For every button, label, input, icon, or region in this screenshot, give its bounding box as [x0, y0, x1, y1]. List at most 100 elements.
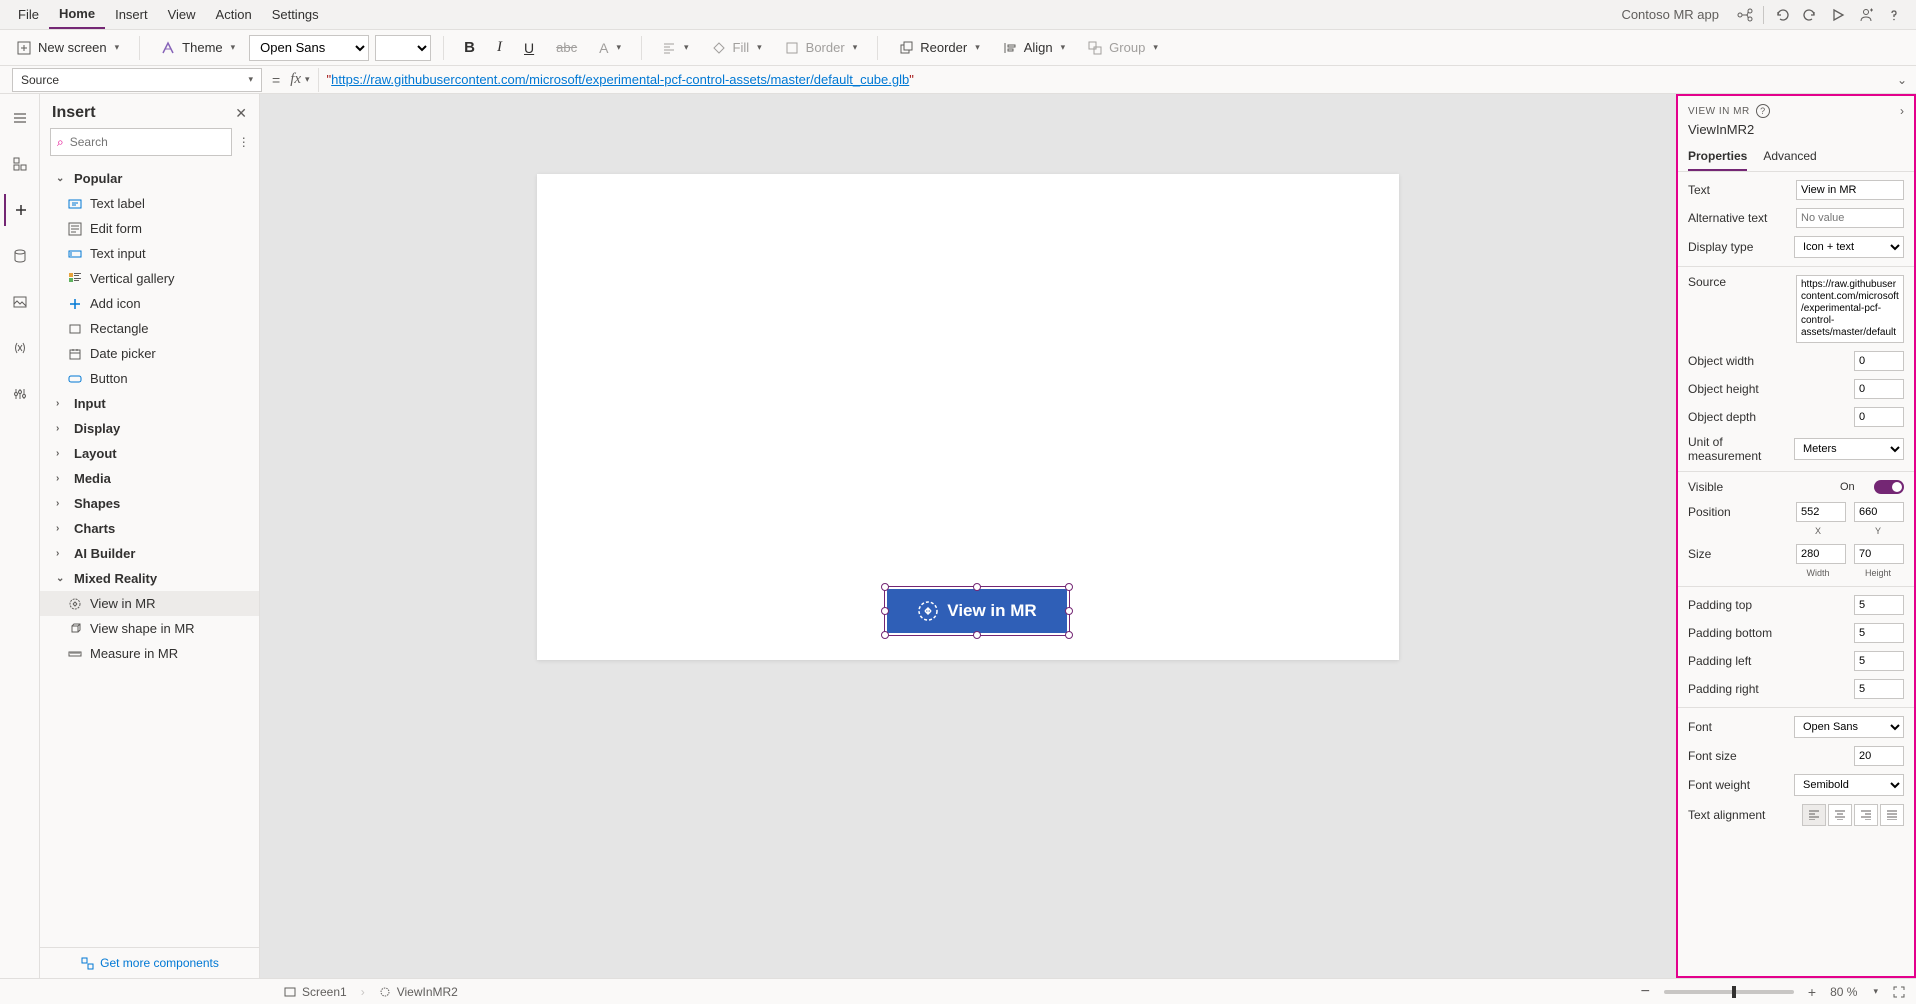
fit-screen-icon[interactable] — [1892, 985, 1906, 999]
font-size-select[interactable] — [375, 35, 431, 61]
align-justify-button[interactable] — [1880, 804, 1904, 826]
rail-insert-icon[interactable] — [4, 194, 36, 226]
rail-tree-icon[interactable] — [4, 148, 36, 180]
input-size-w[interactable] — [1796, 544, 1846, 564]
group-charts[interactable]: ›Charts — [40, 516, 259, 541]
menu-settings[interactable]: Settings — [262, 1, 329, 28]
breadcrumb-control[interactable]: ViewInMR2 — [379, 985, 458, 999]
insert-search-box[interactable]: ⌕ — [50, 128, 232, 156]
italic-button[interactable]: I — [489, 35, 510, 60]
input-pad-t[interactable] — [1854, 595, 1904, 615]
get-more-components[interactable]: Get more components — [40, 947, 259, 978]
screen-canvas[interactable]: View in MR — [537, 174, 1399, 660]
input-text[interactable] — [1796, 180, 1904, 200]
control-name[interactable]: ViewInMR2 — [1678, 122, 1914, 143]
font-family-select[interactable]: Open Sans — [249, 35, 369, 61]
input-size-h[interactable] — [1854, 544, 1904, 564]
align-center-button[interactable] — [1828, 804, 1852, 826]
group-mixed-reality[interactable]: ⌄Mixed Reality — [40, 566, 259, 591]
item-text-label[interactable]: Text label — [40, 191, 259, 216]
fill-button[interactable]: Fill▾ — [703, 36, 770, 60]
input-pad-b[interactable] — [1854, 623, 1904, 643]
fx-icon[interactable]: fx — [290, 71, 305, 88]
tab-properties[interactable]: Properties — [1688, 143, 1747, 171]
help-badge-icon[interactable]: ? — [1756, 104, 1770, 118]
group-display[interactable]: ›Display — [40, 416, 259, 441]
strike-button[interactable]: abc — [548, 36, 585, 59]
group-media[interactable]: ›Media — [40, 466, 259, 491]
new-screen-button[interactable]: New screen▾ — [8, 36, 127, 60]
group-popular[interactable]: ⌄Popular — [40, 166, 259, 191]
text-align-button[interactable]: ▾ — [654, 37, 697, 59]
zoom-chevron-icon[interactable]: ▾ — [1873, 986, 1878, 997]
zoom-out-button[interactable]: − — [1641, 983, 1650, 1001]
input-obj-w[interactable] — [1854, 351, 1904, 371]
align-right-button[interactable] — [1854, 804, 1878, 826]
formula-input[interactable]: "https://raw.githubusercontent.com/micro… — [318, 68, 1888, 92]
formula-expand-icon[interactable]: ⌄ — [1888, 73, 1916, 87]
play-icon[interactable] — [1824, 1, 1852, 29]
group-input[interactable]: ›Input — [40, 391, 259, 416]
select-font-weight[interactable]: Semibold — [1794, 774, 1904, 796]
input-pos-y[interactable] — [1854, 502, 1904, 522]
item-measure-in-mr[interactable]: Measure in MR — [40, 641, 259, 666]
git-icon[interactable] — [1731, 1, 1759, 29]
rail-data-icon[interactable] — [4, 240, 36, 272]
menu-file[interactable]: File — [8, 1, 49, 28]
input-obj-d[interactable] — [1854, 407, 1904, 427]
theme-button[interactable]: Theme▾ — [152, 36, 243, 60]
bold-button[interactable]: B — [456, 35, 483, 60]
property-selector[interactable]: Source▾ — [12, 68, 262, 92]
item-vertical-gallery[interactable]: Vertical gallery — [40, 266, 259, 291]
menu-action[interactable]: Action — [206, 1, 262, 28]
undo-icon[interactable] — [1768, 1, 1796, 29]
item-text-input[interactable]: Text input — [40, 241, 259, 266]
font-color-button[interactable]: A▾ — [591, 36, 629, 60]
menu-home[interactable]: Home — [49, 0, 105, 29]
item-date-picker[interactable]: Date picker — [40, 341, 259, 366]
rail-advanced-icon[interactable] — [4, 378, 36, 410]
breadcrumb-screen[interactable]: Screen1 — [284, 985, 347, 999]
view-in-mr-control[interactable]: View in MR — [887, 589, 1067, 633]
input-pad-l[interactable] — [1854, 651, 1904, 671]
canvas-area[interactable]: View in MR — [260, 94, 1676, 978]
rail-variables-icon[interactable] — [4, 332, 36, 364]
group-shapes[interactable]: ›Shapes — [40, 491, 259, 516]
menu-insert[interactable]: Insert — [105, 1, 158, 28]
item-view-in-mr[interactable]: View in MR — [40, 591, 259, 616]
select-unit[interactable]: Meters — [1794, 438, 1904, 460]
input-alt[interactable] — [1796, 208, 1904, 228]
tab-advanced[interactable]: Advanced — [1763, 143, 1816, 171]
item-add-icon[interactable]: Add icon — [40, 291, 259, 316]
group-layout[interactable]: ›Layout — [40, 441, 259, 466]
group-button[interactable]: Group▾ — [1079, 36, 1166, 60]
reorder-button[interactable]: Reorder▾ — [890, 36, 988, 60]
input-source[interactable]: https://raw.githubusercontent.com/micros… — [1796, 275, 1904, 343]
insert-pane-close-icon[interactable]: ✕ — [235, 105, 247, 122]
item-button[interactable]: Button — [40, 366, 259, 391]
help-icon[interactable] — [1880, 1, 1908, 29]
fx-chevron-icon[interactable]: ▾ — [305, 74, 318, 85]
pane-expand-icon[interactable]: › — [1900, 104, 1904, 118]
input-font-size[interactable] — [1854, 746, 1904, 766]
insert-more-icon[interactable]: ⋮ — [238, 135, 250, 149]
share-icon[interactable] — [1852, 1, 1880, 29]
zoom-in-button[interactable]: + — [1808, 984, 1816, 1000]
align-left-button[interactable] — [1802, 804, 1826, 826]
underline-button[interactable]: U — [516, 36, 542, 60]
input-obj-h[interactable] — [1854, 379, 1904, 399]
item-edit-form[interactable]: Edit form — [40, 216, 259, 241]
align-button[interactable]: Align▾ — [994, 36, 1073, 60]
item-rectangle[interactable]: Rectangle — [40, 316, 259, 341]
redo-icon[interactable] — [1796, 1, 1824, 29]
menu-view[interactable]: View — [158, 1, 206, 28]
group-ai-builder[interactable]: ›AI Builder — [40, 541, 259, 566]
item-view-shape-in-mr[interactable]: View shape in MR — [40, 616, 259, 641]
select-display-type[interactable]: Icon + text — [1794, 236, 1904, 258]
rail-media-icon[interactable] — [4, 286, 36, 318]
input-pad-r[interactable] — [1854, 679, 1904, 699]
zoom-slider[interactable] — [1664, 990, 1794, 994]
select-font[interactable]: Open Sans — [1794, 716, 1904, 738]
rail-hamburger-icon[interactable] — [4, 102, 36, 134]
border-button[interactable]: Border▾ — [776, 36, 866, 60]
